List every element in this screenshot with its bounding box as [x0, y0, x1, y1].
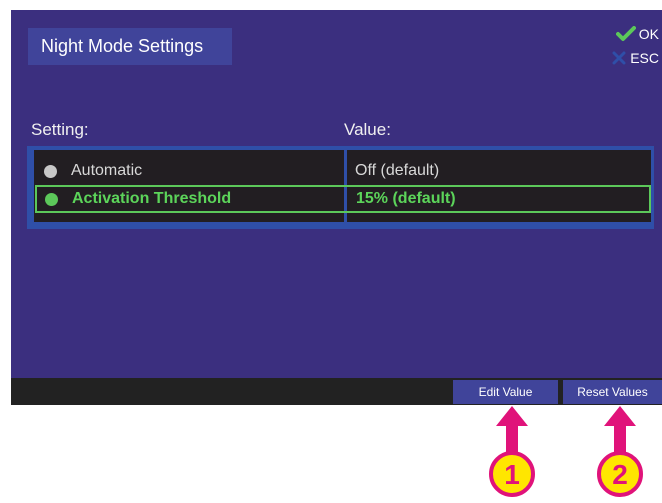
table-row-selected[interactable]: Activation Threshold 15% (default) — [35, 185, 651, 213]
checkmark-icon — [615, 26, 636, 41]
x-icon — [612, 51, 626, 65]
footer-bar: Edit Value Reset Values — [11, 378, 662, 405]
page-title: Night Mode Settings — [28, 28, 232, 65]
setting-label: Activation Threshold — [72, 190, 232, 207]
value-column-header: Value: — [344, 120, 391, 139]
ok-key[interactable]: OK — [615, 26, 659, 42]
esc-key[interactable]: ESC — [611, 50, 659, 66]
table-row[interactable]: Automatic Off (default) — [36, 157, 656, 185]
callout-badge-2: 2 — [597, 451, 643, 497]
setting-column-header: Setting: — [31, 120, 89, 139]
settings-table: Automatic Off (default) Activation Thres… — [27, 146, 654, 229]
status-dot — [45, 192, 58, 206]
callout-number-2: 2 — [612, 459, 628, 490]
setting-label: Automatic — [71, 162, 143, 179]
device-screen: Night Mode Settings OK ESC Setting: Valu… — [11, 10, 662, 378]
status-dot — [44, 164, 57, 178]
edit-value-button[interactable]: Edit Value — [453, 380, 558, 404]
setting-value: Off (default) — [355, 162, 440, 179]
setting-value: 15% (default) — [356, 190, 456, 207]
ok-label: OK — [638, 26, 659, 42]
callout-number-1: 1 — [504, 459, 520, 490]
esc-label: ESC — [630, 50, 659, 66]
reset-values-button[interactable]: Reset Values — [563, 380, 662, 404]
callout-badge-1: 1 — [489, 451, 535, 497]
